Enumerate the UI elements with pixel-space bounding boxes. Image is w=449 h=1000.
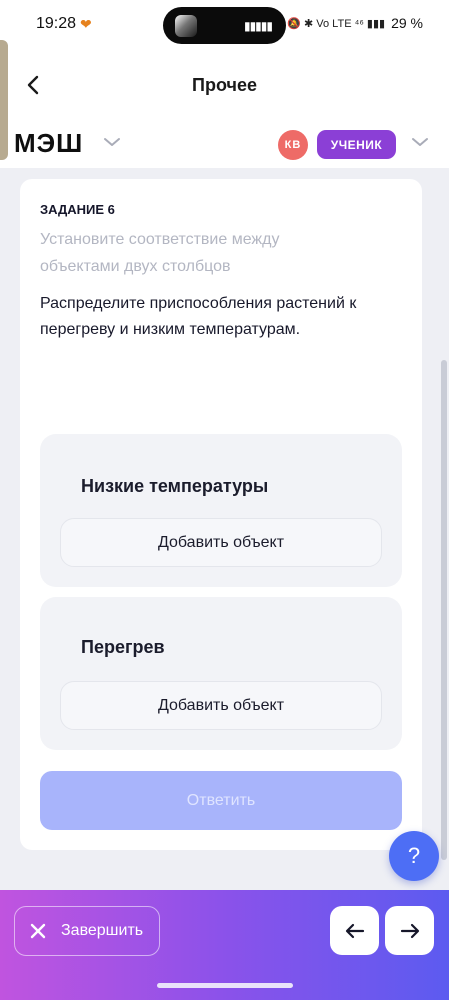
app-header: Прочее МЭШ КВ УЧЕНИК: [0, 40, 449, 168]
clock-text: 19:28: [36, 15, 77, 32]
avatar[interactable]: КВ: [278, 130, 308, 160]
edge-panel-handle[interactable]: [0, 40, 8, 160]
audio-wave-icon: ▮▮▮▮▮: [243, 18, 273, 33]
match-group: Перегрев Добавить объект: [40, 597, 402, 750]
battery-level: 29 %: [391, 15, 423, 31]
bottom-bar: Завершить: [0, 890, 449, 1000]
group-title: Перегрев: [81, 637, 165, 657]
brand-logo[interactable]: МЭШ: [14, 128, 83, 159]
task-number: ЗАДАНИЕ 6: [40, 202, 115, 217]
next-task-button[interactable]: [385, 906, 434, 955]
task-hint: Установите соответствие между объектами …: [40, 231, 280, 275]
close-icon: [30, 923, 46, 939]
group-title: Низкие температуры: [81, 476, 269, 496]
media-thumbnail: [175, 14, 197, 37]
status-icons: 🔕 ✱ Vo LTE ⁴⁶ ▮▮▮: [287, 17, 386, 30]
answer-button[interactable]: Ответить: [40, 771, 402, 830]
status-bar: 19:28 ❤ ▮▮▮▮▮ 🔕 ✱ Vo LTE ⁴⁶ ▮▮▮ 29 %: [0, 0, 449, 50]
match-group: Низкие температуры Добавить объект: [40, 434, 402, 587]
finish-label: Завершить: [61, 922, 144, 939]
add-object-button[interactable]: Добавить объект: [60, 681, 382, 730]
home-indicator[interactable]: [157, 983, 293, 988]
dynamic-island[interactable]: ▮▮▮▮▮: [163, 7, 286, 44]
chevron-down-icon[interactable]: [103, 136, 121, 148]
arrow-right-icon: [400, 923, 419, 938]
arrow-left-icon: [345, 923, 364, 938]
page-title: Прочее: [192, 75, 257, 95]
heart-icon: ❤: [80, 15, 92, 32]
prev-task-button[interactable]: [330, 906, 379, 955]
task-card: ЗАДАНИЕ 6 Установите соответствие между …: [20, 179, 422, 850]
add-object-button[interactable]: Добавить объект: [60, 518, 382, 567]
help-button[interactable]: ?: [389, 831, 439, 881]
status-right: 🔕 ✱ Vo LTE ⁴⁶ ▮▮▮ 29 %: [287, 15, 423, 31]
task-question: Распределите приспособления растений к п…: [40, 295, 357, 338]
status-time: 19:28 ❤: [36, 15, 92, 33]
role-badge[interactable]: УЧЕНИК: [317, 130, 396, 159]
finish-button[interactable]: Завершить: [14, 906, 160, 956]
scrollbar[interactable]: [441, 360, 447, 860]
chevron-down-icon[interactable]: [411, 136, 429, 148]
